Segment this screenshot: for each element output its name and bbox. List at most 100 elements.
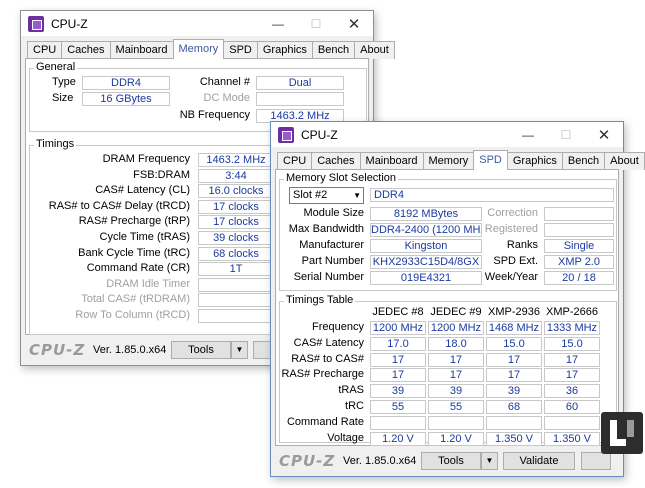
slot-select-value: Slot #2 <box>293 189 328 201</box>
tab-spd[interactable]: SPD <box>223 41 258 59</box>
tab-bench[interactable]: Bench <box>311 41 356 59</box>
week-year-value: 20 / 18 <box>544 271 614 285</box>
maximize-icon[interactable]: ☐ <box>547 122 585 147</box>
table-cell: 17 <box>486 352 542 367</box>
table-cell: 17 <box>486 368 542 383</box>
table-row-label: RAS# to CAS# <box>291 352 364 365</box>
slot-select[interactable]: Slot #2 ▼ <box>289 187 364 204</box>
timing-value: 16.0 clocks <box>198 184 274 199</box>
dcmode-label: DC Mode <box>203 92 250 104</box>
table-cell: 39 <box>486 384 542 399</box>
tools-button[interactable]: Tools <box>171 341 231 359</box>
table-cell: 55 <box>370 400 426 414</box>
minimize-icon[interactable]: — <box>509 122 547 147</box>
timing-label: RAS# Precharge (tRP) <box>78 215 190 228</box>
tab-mainboard[interactable]: Mainboard <box>109 41 174 59</box>
title-bar[interactable]: CPU-Z — ☐ ✕ <box>21 11 373 36</box>
group-title: Memory Slot Selection <box>284 172 399 184</box>
window-title: CPU-Z <box>301 127 338 142</box>
close-button[interactable] <box>581 452 611 470</box>
table-row-label: Command Rate <box>286 415 364 428</box>
timing-label: DRAM Frequency <box>102 153 190 165</box>
column-header: XMP-2666 <box>546 306 598 318</box>
timing-label: DRAM Idle Timer <box>106 277 190 290</box>
dcmode-value <box>256 92 344 106</box>
week-year-label: Week/Year <box>484 271 538 283</box>
validate-button[interactable]: Validate <box>503 452 575 470</box>
ranks-value: Single <box>544 239 614 253</box>
table-cell: 15.0 <box>544 336 600 351</box>
type-value: DDR4 <box>82 76 170 90</box>
table-cell: 17 <box>428 352 484 367</box>
table-cell: 36 <box>544 384 600 399</box>
timing-label: RAS# to CAS# Delay (tRCD) <box>48 199 190 212</box>
tab-spd[interactable]: SPD <box>473 150 508 170</box>
tools-dropdown-icon[interactable]: ▼ <box>231 341 248 359</box>
tab-cpu[interactable]: CPU <box>27 41 63 59</box>
close-icon[interactable]: ✕ <box>335 11 373 36</box>
type-label: Type <box>52 76 76 88</box>
timing-value: 3:44 <box>198 168 274 183</box>
manufacturer-value: Kingston <box>370 239 482 253</box>
group-title: Timings Table <box>284 294 356 306</box>
table-cell: 39 <box>370 384 426 399</box>
table-cell: 60 <box>544 400 600 414</box>
tools-button[interactable]: Tools <box>421 452 481 470</box>
size-label: Size <box>52 92 74 104</box>
table-cell <box>370 415 426 430</box>
table-cell: 1200 MHz <box>370 321 426 335</box>
title-bar[interactable]: CPU-Z — ☐ ✕ <box>271 122 623 147</box>
tab-graphics[interactable]: Graphics <box>256 41 313 59</box>
table-cell <box>486 415 542 430</box>
timing-label: Cycle Time (tRAS) <box>99 231 190 243</box>
tab-about[interactable]: About <box>354 41 395 59</box>
column-header: XMP-2936 <box>488 306 540 318</box>
timing-value: 68 clocks <box>198 246 274 261</box>
timing-label: Command Rate (CR) <box>86 262 190 275</box>
window-title: CPU-Z <box>51 16 88 31</box>
tab-bar: CPU Caches Mainboard Memory SPD Graphics… <box>27 39 395 59</box>
tab-bench[interactable]: Bench <box>561 152 606 170</box>
timing-value: 1T <box>198 262 274 277</box>
tab-caches[interactable]: Caches <box>61 41 111 59</box>
version-text: Ver. 1.85.0.x64 <box>343 455 417 467</box>
table-row-label: Frequency <box>312 321 364 333</box>
close-icon[interactable]: ✕ <box>585 122 623 147</box>
table-cell: 17 <box>544 368 600 383</box>
legit-reviews-watermark-logo <box>601 412 643 454</box>
tab-mainboard[interactable]: Mainboard <box>359 152 424 170</box>
maximize-icon[interactable]: ☐ <box>297 11 335 36</box>
table-cell: 17.0 <box>370 336 426 351</box>
table-cell: 17 <box>370 352 426 367</box>
correction-value <box>544 207 614 221</box>
cpuz-window-spd: CPU-Z — ☐ ✕ CPU Caches Mainboard Memory … <box>270 121 645 477</box>
size-value: 16 GBytes <box>82 92 170 106</box>
table-cell: 1.20 V <box>428 431 484 446</box>
serial-number-label: Serial Number <box>293 271 364 283</box>
table-row-label: RAS# Precharge <box>281 368 364 381</box>
table-cell: 1.20 V <box>370 431 426 446</box>
minimize-icon[interactable]: — <box>259 11 297 36</box>
cpuz-logo: CPU-Z <box>29 341 86 359</box>
table-cell: 68 <box>486 400 542 414</box>
table-cell: 17 <box>428 368 484 383</box>
registered-label: Registered <box>484 223 538 235</box>
tools-dropdown-icon[interactable]: ▼ <box>481 452 498 470</box>
table-cell: 1468 MHz <box>486 321 542 335</box>
tab-about[interactable]: About <box>604 152 645 170</box>
table-cell: 1.350 V <box>544 431 600 446</box>
timing-label: Total CAS# (tRDRAM) <box>81 293 190 306</box>
tab-memory[interactable]: Memory <box>422 152 475 170</box>
nb-frequency-label: NB Frequency <box>179 109 250 121</box>
tab-graphics[interactable]: Graphics <box>506 152 563 170</box>
group-title: Timings <box>34 138 77 150</box>
tab-cpu[interactable]: CPU <box>277 152 313 170</box>
table-cell: 1.350 V <box>486 431 542 446</box>
column-header: JEDEC #8 <box>372 306 424 318</box>
status-bar: CPU-Z Ver. 1.85.0.x64 Tools ▼ Validate <box>271 446 623 476</box>
timing-label: Bank Cycle Time (tRC) <box>78 246 190 259</box>
tab-caches[interactable]: Caches <box>311 152 361 170</box>
table-cell: 18.0 <box>428 336 484 351</box>
tab-memory[interactable]: Memory <box>172 39 225 59</box>
table-cell <box>544 415 600 430</box>
